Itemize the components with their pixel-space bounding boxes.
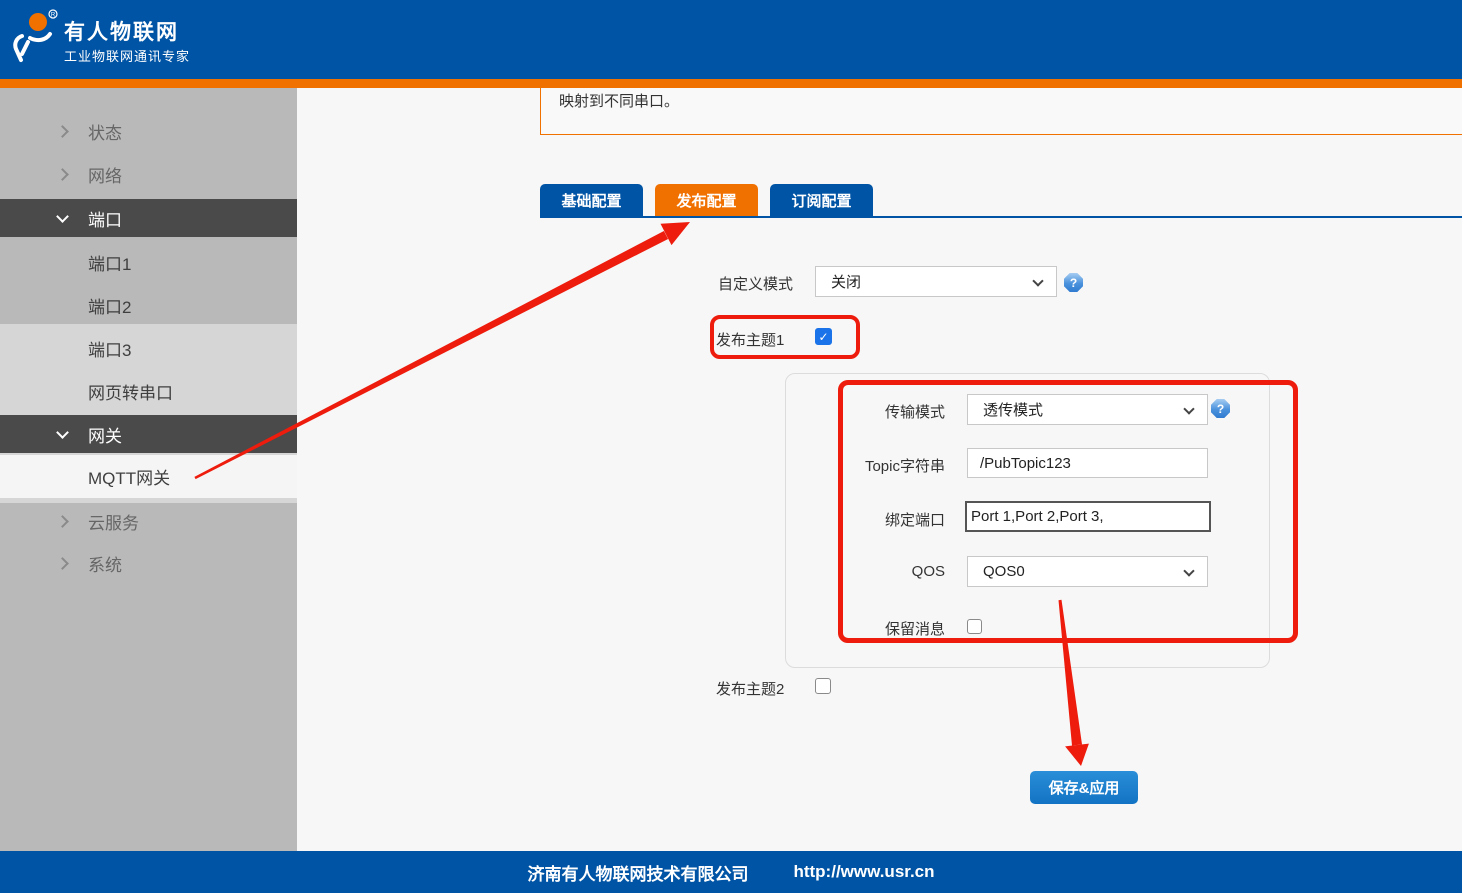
sidebar-item-label: 端口: [88, 206, 122, 231]
sidebar-item-label: 网关: [88, 422, 122, 447]
app-header: R 有人物联网 工业物联网通讯专家: [0, 0, 1462, 79]
footer-company: 济南有人物联网技术有限公司: [527, 860, 748, 885]
sidebar-item-cloud[interactable]: 云服务: [0, 503, 297, 539]
sidebar-item-web2serial[interactable]: 网页转串口: [0, 372, 297, 410]
custom-mode-select[interactable]: 关闭: [815, 266, 1057, 297]
sidebar-item-port2[interactable]: 端口2: [0, 286, 297, 324]
sidebar-item-label: 云服务: [88, 509, 139, 534]
publish-topic1-label: 发布主题1: [716, 329, 784, 350]
svg-text:R: R: [51, 13, 56, 19]
qos-select[interactable]: QOS0: [967, 556, 1208, 587]
transport-mode-label: 传输模式: [790, 401, 945, 422]
chevron-right-icon: [56, 557, 69, 570]
chevron-right-icon: [56, 125, 69, 138]
chevron-down-icon: [1183, 565, 1194, 576]
brand-subtitle: 工业物联网通讯专家: [64, 46, 190, 65]
mqtt-gateway-config-page: 启用MQTT网关功能后,设备可作为MQTT客户端与MQTT服务器进行通信,通过配…: [0, 0, 1462, 893]
chevron-down-icon: [56, 426, 69, 439]
bind-port-input[interactable]: [965, 501, 1211, 532]
sidebar-item-mqtt-gateway[interactable]: MQTT网关: [0, 455, 297, 498]
custom-mode-value: 关闭: [831, 271, 861, 292]
save-apply-button[interactable]: 保存&应用: [1030, 771, 1138, 804]
sidebar-nav: 状态 网络 端口 端口1 端口2 端口3 网页转串口 网关 MQTT网关: [0, 88, 297, 851]
chevron-right-icon: [56, 515, 69, 528]
retain-message-label: 保留消息: [790, 618, 945, 639]
sidebar-item-label: 系统: [88, 551, 122, 576]
topic-string-label: Topic字符串: [790, 455, 945, 476]
description-line-2: 映射到不同串口。: [559, 90, 1462, 114]
sidebar-item-label: 网页转串口: [88, 379, 173, 404]
topic-string-input[interactable]: [967, 448, 1208, 478]
qos-value: QOS0: [983, 563, 1025, 580]
publish-topic2-label: 发布主题2: [716, 678, 784, 699]
header-accent-bar: [0, 79, 1462, 88]
sidebar-item-gateway[interactable]: 网关: [0, 415, 297, 453]
usr-logo-icon: R: [8, 8, 60, 70]
tab-subscribe-config[interactable]: 订阅配置: [770, 184, 873, 216]
sidebar-item-port1[interactable]: 端口1: [0, 243, 297, 281]
tab-basic-config[interactable]: 基础配置: [540, 184, 643, 216]
sidebar-item-label: MQTT网关: [88, 464, 170, 489]
publish-topic1-checkbox[interactable]: ✓: [815, 328, 832, 345]
chevron-down-icon: [1183, 403, 1194, 414]
custom-mode-label: 自定义模式: [640, 273, 793, 294]
sidebar-item-port3[interactable]: 端口3: [0, 329, 297, 367]
chevron-right-icon: [56, 168, 69, 181]
footer-url[interactable]: http://www.usr.cn: [793, 862, 934, 882]
sidebar-item-network[interactable]: 网络: [0, 156, 297, 192]
help-icon[interactable]: ?: [1064, 273, 1083, 292]
tab-underline: [540, 216, 1462, 218]
brand-title: 有人物联网: [64, 16, 179, 46]
sidebar-item-label: 状态: [88, 119, 122, 144]
qos-label: QOS: [790, 563, 945, 580]
sidebar-item-status[interactable]: 状态: [0, 113, 297, 149]
tab-publish-config[interactable]: 发布配置: [655, 184, 758, 216]
sidebar-item-label: 端口3: [88, 336, 131, 361]
retain-message-checkbox[interactable]: [967, 619, 982, 634]
page-footer: 济南有人物联网技术有限公司 http://www.usr.cn: [0, 851, 1462, 893]
sidebar-item-system[interactable]: 系统: [0, 545, 297, 581]
chevron-down-icon: [56, 210, 69, 223]
transport-mode-value: 透传模式: [983, 399, 1043, 420]
publish-topic2-checkbox[interactable]: [815, 678, 831, 694]
transport-mode-select[interactable]: 透传模式: [967, 394, 1208, 425]
sidebar-item-label: 网络: [88, 162, 122, 187]
sidebar-item-label: 端口2: [88, 293, 131, 318]
sidebar-item-port[interactable]: 端口: [0, 199, 297, 237]
bind-port-label: 绑定端口: [790, 509, 945, 530]
chevron-down-icon: [1032, 275, 1043, 286]
sidebar-item-label: 端口1: [88, 250, 131, 275]
